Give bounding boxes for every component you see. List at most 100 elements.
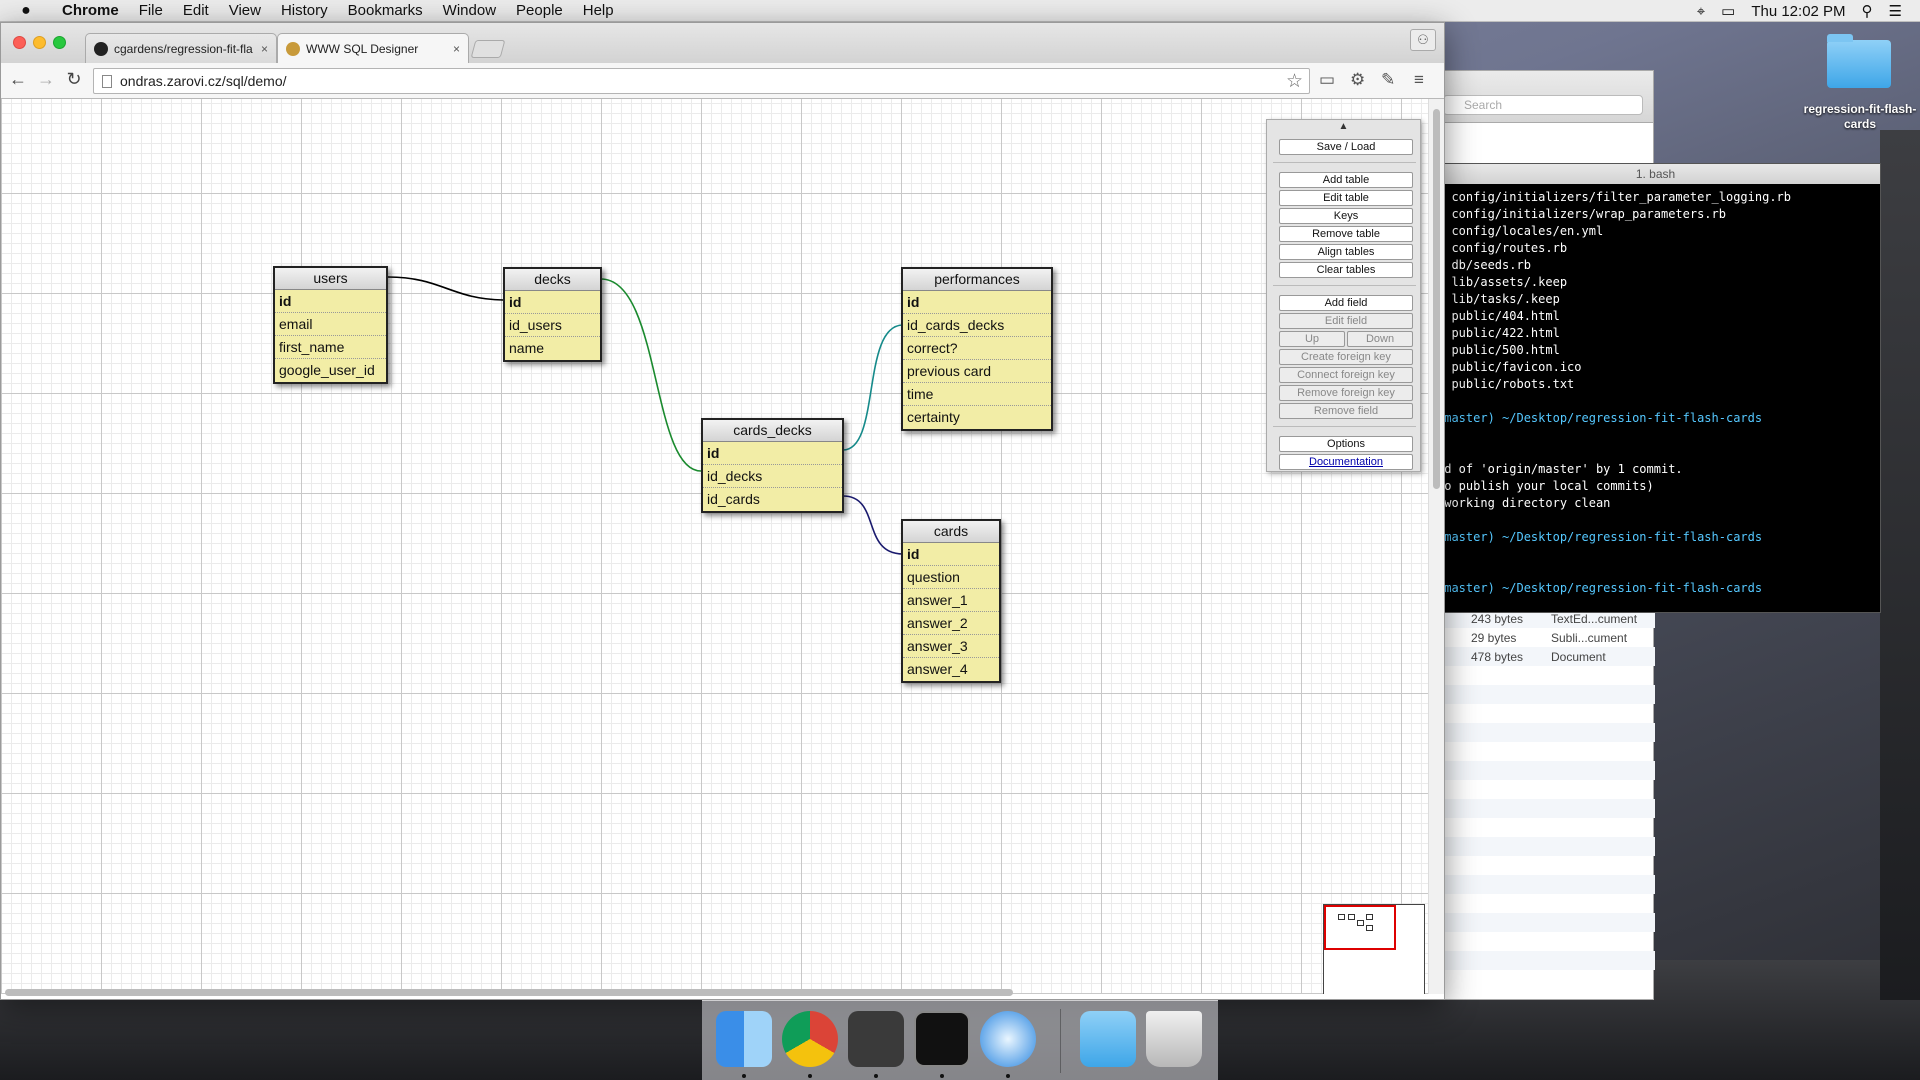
up-button[interactable]: Up [1279, 331, 1345, 347]
align-tables-button[interactable]: Align tables [1279, 244, 1413, 260]
menu-edit[interactable]: Edit [173, 2, 219, 19]
minimap-viewport[interactable] [1324, 905, 1396, 950]
minimize-window-icon[interactable] [33, 36, 46, 49]
close-window-icon[interactable] [13, 36, 26, 49]
vertical-scrollbar[interactable] [1428, 99, 1444, 994]
table-field[interactable]: answer_2 [903, 612, 999, 635]
table-field[interactable]: answer_4 [903, 658, 999, 681]
menu-people[interactable]: People [506, 2, 573, 19]
table-field[interactable]: certainty [903, 406, 1051, 429]
zoom-window-icon[interactable] [53, 36, 66, 49]
menu-file[interactable]: File [129, 2, 173, 19]
bookmark-star-icon[interactable]: ☆ [1286, 70, 1303, 93]
table-users[interactable]: users id email first_name google_user_id [273, 266, 388, 384]
table-field[interactable]: google_user_id [275, 359, 386, 382]
new-tab-button[interactable] [470, 40, 506, 58]
back-icon[interactable]: ← [7, 69, 29, 90]
airplay-icon[interactable]: ▭ [1721, 2, 1735, 20]
horizontal-scrollbar-thumb[interactable] [5, 989, 1013, 996]
glasses-icon[interactable]: ⌖ [1697, 3, 1705, 20]
menu-view[interactable]: View [219, 2, 271, 19]
gear-icon[interactable]: ⚙ [1350, 70, 1365, 90]
edit-field-button[interactable]: Edit field [1279, 313, 1413, 329]
designer-canvas[interactable]: users id email first_name google_user_id… [1, 99, 1429, 994]
table-field[interactable]: id [275, 290, 386, 313]
table-field[interactable]: answer_3 [903, 635, 999, 658]
chrome-icon[interactable] [782, 1011, 838, 1067]
keys-button[interactable]: Keys [1279, 208, 1413, 224]
table-title[interactable]: cards_decks [703, 420, 842, 442]
cast-icon[interactable]: ▭ [1319, 70, 1335, 90]
table-field[interactable]: id [903, 543, 999, 566]
scrollbar-thumb[interactable] [1433, 109, 1440, 489]
table-field[interactable]: previous card [903, 360, 1051, 383]
desktop-folder-icon[interactable] [1827, 34, 1891, 88]
chrome-menu-icon[interactable]: ≡ [1414, 70, 1424, 90]
table-field[interactable]: name [505, 337, 600, 360]
remove-field-button[interactable]: Remove field [1279, 403, 1413, 419]
menu-history[interactable]: History [271, 2, 338, 19]
table-title[interactable]: cards [903, 521, 999, 543]
down-button[interactable]: Down [1347, 331, 1413, 347]
menu-help[interactable]: Help [573, 2, 624, 19]
downloads-folder-icon[interactable] [1080, 1011, 1136, 1067]
save-load-button[interactable]: Save / Load [1279, 139, 1413, 155]
table-title[interactable]: users [275, 268, 386, 290]
add-field-button[interactable]: Add field [1279, 295, 1413, 311]
table-field[interactable]: id_cards [703, 488, 842, 511]
table-field[interactable]: answer_1 [903, 589, 999, 612]
table-field[interactable]: id [505, 291, 600, 314]
add-table-button[interactable]: Add table [1279, 172, 1413, 188]
terminal-window[interactable]: 1. bash # config/initializers/filter_par… [1430, 163, 1881, 613]
menu-app-name[interactable]: Chrome [52, 2, 129, 19]
table-field[interactable]: correct? [903, 337, 1051, 360]
connect-foreign-key-button[interactable]: Connect foreign key [1279, 367, 1413, 383]
menu-window[interactable]: Window [433, 2, 506, 19]
table-field[interactable]: id_users [505, 314, 600, 337]
apple-icon[interactable]: ● [0, 2, 52, 20]
finder-row[interactable]: 29 bytes Subli...cument [1431, 628, 1655, 647]
forward-icon[interactable]: → [35, 69, 57, 90]
table-field[interactable]: question [903, 566, 999, 589]
table-field[interactable]: email [275, 313, 386, 336]
table-performances[interactable]: performances id id_cards_decks correct? … [901, 267, 1053, 431]
table-title[interactable]: performances [903, 269, 1051, 291]
profile-icon[interactable]: ⚇ [1410, 29, 1436, 51]
table-decks[interactable]: decks id id_users name [503, 267, 602, 362]
finder-row[interactable]: 478 bytes Document [1431, 647, 1655, 666]
table-cards[interactable]: cards id question answer_1 answer_2 answ… [901, 519, 1001, 683]
edit-table-button[interactable]: Edit table [1279, 190, 1413, 206]
trash-icon[interactable] [1146, 1011, 1202, 1067]
table-field[interactable]: id_decks [703, 465, 842, 488]
table-field[interactable]: id [703, 442, 842, 465]
menu-bookmarks[interactable]: Bookmarks [338, 2, 433, 19]
table-title[interactable]: decks [505, 269, 600, 291]
sublime-text-icon[interactable] [848, 1011, 904, 1067]
tab-close-icon[interactable]: × [453, 42, 460, 56]
documentation-link[interactable]: Documentation [1279, 454, 1413, 470]
remove-foreign-key-button[interactable]: Remove foreign key [1279, 385, 1413, 401]
options-button[interactable]: Options [1279, 436, 1413, 452]
address-bar[interactable]: ondras.zarovi.cz/sql/demo/ ☆ [93, 68, 1310, 94]
reload-icon[interactable]: ↻ [63, 69, 85, 90]
table-field[interactable]: id_cards_decks [903, 314, 1051, 337]
minimap[interactable] [1323, 904, 1425, 994]
desktop-folder-label[interactable]: regression-fit-flash-cards [1800, 102, 1920, 132]
table-field[interactable]: id [903, 291, 1051, 314]
terminal-icon[interactable] [914, 1011, 970, 1067]
safari-icon[interactable] [980, 1011, 1036, 1067]
table-field[interactable]: time [903, 383, 1051, 406]
menu-clock[interactable]: Thu 12:02 PM [1751, 3, 1845, 20]
spotlight-icon[interactable]: ⚲ [1862, 2, 1873, 20]
tab-close-icon[interactable]: × [261, 42, 268, 56]
create-foreign-key-button[interactable]: Create foreign key [1279, 349, 1413, 365]
table-cards-decks[interactable]: cards_decks id id_decks id_cards [701, 418, 844, 513]
table-field[interactable]: first_name [275, 336, 386, 359]
collapse-panel-icon[interactable]: ▲ [1267, 120, 1420, 134]
tab-github[interactable]: cgardens/regression-fit-fla × [85, 33, 277, 63]
clear-tables-button[interactable]: Clear tables [1279, 262, 1413, 278]
remove-table-button[interactable]: Remove table [1279, 226, 1413, 242]
eyedropper-icon[interactable]: ✎ [1381, 70, 1395, 90]
notification-center-icon[interactable]: ☰ [1889, 2, 1902, 20]
tab-sql-designer[interactable]: WWW SQL Designer × [277, 33, 469, 63]
